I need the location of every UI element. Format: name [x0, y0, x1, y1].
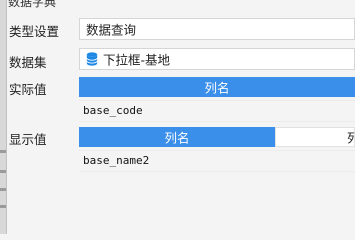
dataset-select[interactable]: 下拉框-基地 [79, 48, 355, 70]
row-divider [79, 100, 355, 101]
display-value-label: 显示值 [9, 132, 47, 147]
display-value-column-header-2-label: 列 [347, 130, 355, 146]
display-value-column-header-2[interactable]: 列 [275, 127, 355, 147]
row-divider [79, 171, 355, 172]
actual-value-column-cell[interactable]: base_code [83, 104, 143, 117]
database-icon [86, 52, 98, 69]
gutter-mark [0, 205, 6, 208]
gutter-mark [0, 170, 6, 173]
actual-value-column-header-label: 列名 [204, 80, 230, 96]
display-value-column-header[interactable]: 列名 [79, 127, 275, 147]
panel-title: 数据字典 [8, 0, 57, 9]
gutter-mark [0, 188, 6, 191]
display-value-column-cell[interactable]: base_name2 [83, 154, 149, 167]
actual-value-column-header[interactable]: 列名 [79, 77, 355, 97]
actual-value-label: 实际值 [9, 82, 47, 97]
dataset-value: 下拉框-基地 [103, 52, 171, 68]
type-setting-select[interactable]: 数据查询 [79, 18, 355, 40]
display-value-column-header-label: 列名 [164, 130, 190, 146]
left-gutter [0, 0, 7, 234]
type-setting-value: 数据查询 [86, 22, 137, 38]
row-divider [79, 121, 355, 122]
gutter-mark [0, 150, 6, 153]
dataset-label: 数据集 [9, 55, 47, 70]
row-divider [79, 150, 355, 151]
type-setting-label: 类型设置 [9, 24, 60, 39]
